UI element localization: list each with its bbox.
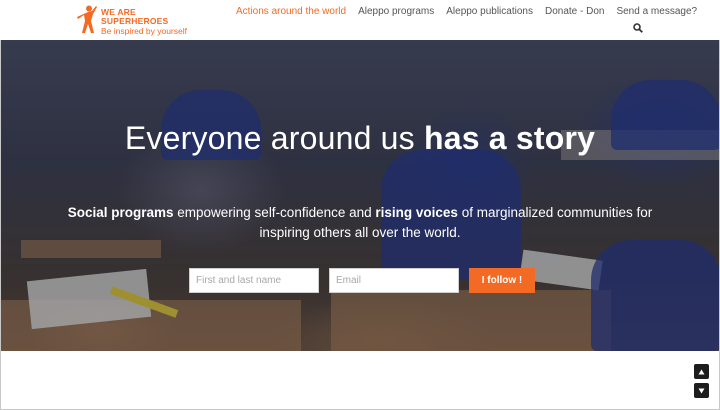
hero-subtitle: Social programs empowering self-confiden… (61, 203, 659, 243)
superhero-logo-icon (77, 5, 97, 33)
follow-button[interactable]: I follow ! (469, 268, 535, 293)
site-header: WE ARE SUPERHEROES Be inspired by yourse… (0, 0, 720, 40)
hero-title: Everyone around us has a story (1, 120, 719, 157)
follow-form: I follow ! (189, 268, 535, 293)
scroll-up-button[interactable] (694, 364, 709, 379)
nav-item-aleppo-publications[interactable]: Aleppo publications (446, 6, 533, 17)
search-icon[interactable] (633, 23, 643, 33)
nav-item-actions-around-the-world[interactable]: Actions around the world (236, 6, 346, 17)
hero-sub-social-programs: Social programs (67, 205, 174, 220)
nav-item-aleppo-programs[interactable]: Aleppo programs (358, 6, 434, 17)
hero-sub-text-1: empowering self-confidence and (177, 205, 372, 220)
hero-overlay (1, 40, 719, 351)
scroll-down-button[interactable] (694, 383, 709, 398)
logo-text: WE ARE SUPERHEROES Be inspired by yourse… (101, 8, 187, 36)
hero-banner: Everyone around us has a story Social pr… (1, 40, 719, 351)
logo-tagline: Be inspired by yourself (101, 26, 187, 36)
arrow-down-icon (698, 388, 705, 393)
logo-line-2: SUPERHEROES (101, 16, 169, 26)
hero-title-bold: has a story (423, 120, 596, 156)
name-input[interactable] (189, 268, 319, 293)
nav-item-send-message[interactable]: Send a message? (616, 6, 697, 17)
nav-item-donate[interactable]: Donate - Don (545, 6, 604, 17)
main-nav: Actions around the world Aleppo programs… (236, 6, 709, 17)
site-logo[interactable]: WE ARE SUPERHEROES Be inspired by yourse… (76, 5, 187, 36)
hero-sub-rising-voices: rising voices (375, 205, 458, 220)
hero-title-light: Everyone around us (124, 120, 415, 156)
arrow-up-icon (698, 369, 705, 374)
email-input[interactable] (329, 268, 459, 293)
